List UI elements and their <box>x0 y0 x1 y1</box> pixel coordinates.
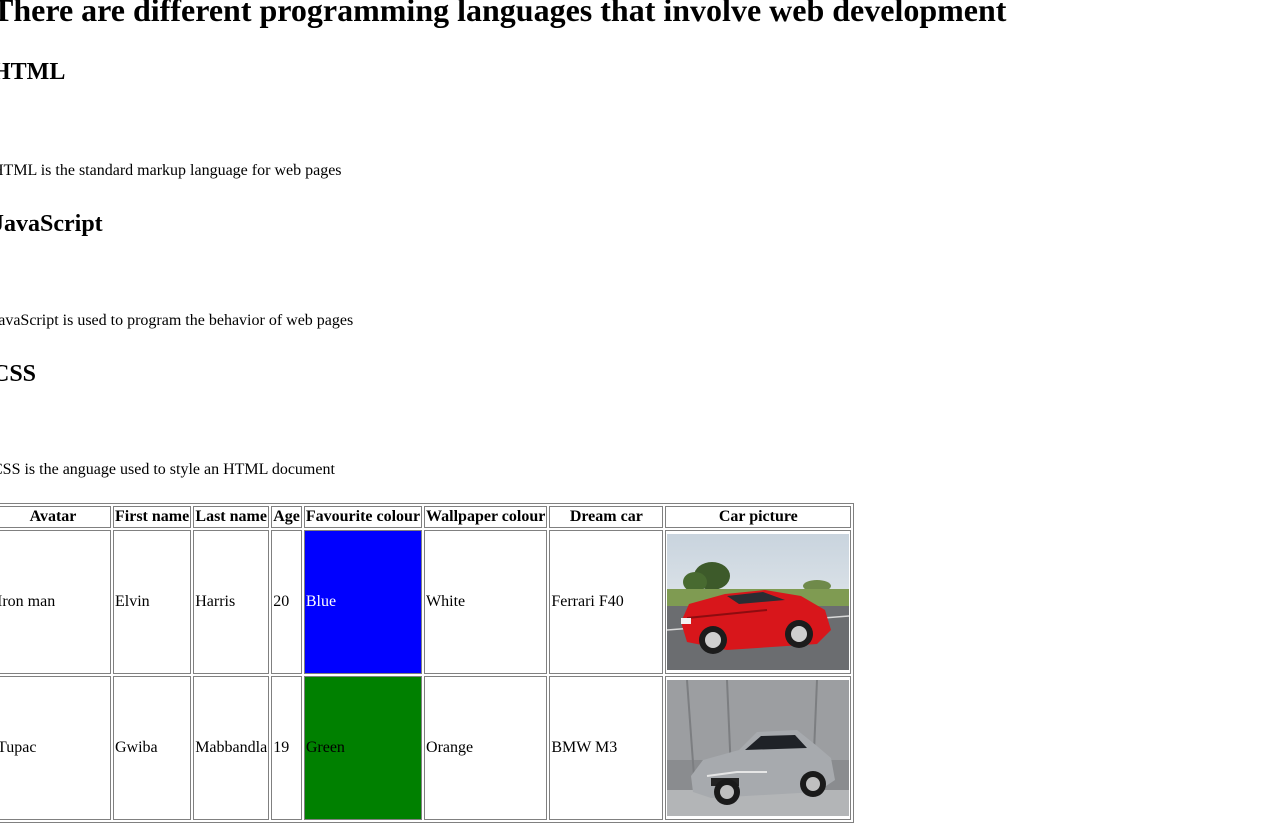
car-picture-cell <box>665 530 852 674</box>
avatar-cell: Iron man <box>0 530 111 674</box>
favourite-colour-cell: Blue <box>303 530 423 674</box>
dream-car-cell: BMW M3 <box>549 676 664 820</box>
table-row: Iron man Elvin Harris 20 Blue White Ferr… <box>0 530 852 674</box>
age-cell: 19 <box>271 676 302 820</box>
column-header-dream-car: Dream car <box>549 506 664 528</box>
column-header-wallpaper-colour: Wallpaper colour <box>424 506 548 528</box>
silver-sports-car-image <box>667 680 850 816</box>
table-header-row: Avatar First name Last name Age Favourit… <box>0 506 852 528</box>
people-table: Avatar First name Last name Age Favourit… <box>0 503 855 823</box>
avatar-cell: Tupac <box>0 676 111 820</box>
section-text-javascript: JavaScript is used to program the behavi… <box>0 312 354 329</box>
column-header-age: Age <box>271 506 302 528</box>
column-header-avatar: Avatar <box>0 506 111 528</box>
section-title-css: CSS <box>0 361 37 387</box>
last-name-cell: Mabbandla <box>193 676 270 820</box>
first-name-cell: Gwiba <box>113 676 192 820</box>
section-text-html: HTML is the standard markup language for… <box>0 162 342 179</box>
favourite-colour-cell: Green <box>303 676 423 820</box>
wallpaper-colour-cell: White <box>424 530 548 674</box>
page-heading: There are different programming language… <box>0 0 1007 28</box>
first-name-cell: Elvin <box>113 530 192 674</box>
red-sports-car-image <box>667 534 850 670</box>
column-header-car-picture: Car picture <box>665 506 852 528</box>
wallpaper-colour-cell: Orange <box>424 676 548 820</box>
car-picture-cell <box>665 676 852 820</box>
table-row: Tupac Gwiba Mabbandla 19 Green Orange BM… <box>0 676 852 820</box>
column-header-last-name: Last name <box>193 506 270 528</box>
section-title-javascript: JavaScript <box>0 211 103 237</box>
column-header-favourite-colour: Favourite colour <box>303 506 423 528</box>
dream-car-cell: Ferrari F40 <box>549 530 664 674</box>
last-name-cell: Harris <box>193 530 270 674</box>
section-text-css: CSS is the anguage used to style an HTML… <box>0 461 335 478</box>
column-header-first-name: First name <box>113 506 192 528</box>
age-cell: 20 <box>271 530 302 674</box>
section-title-html: HTML <box>0 59 66 85</box>
